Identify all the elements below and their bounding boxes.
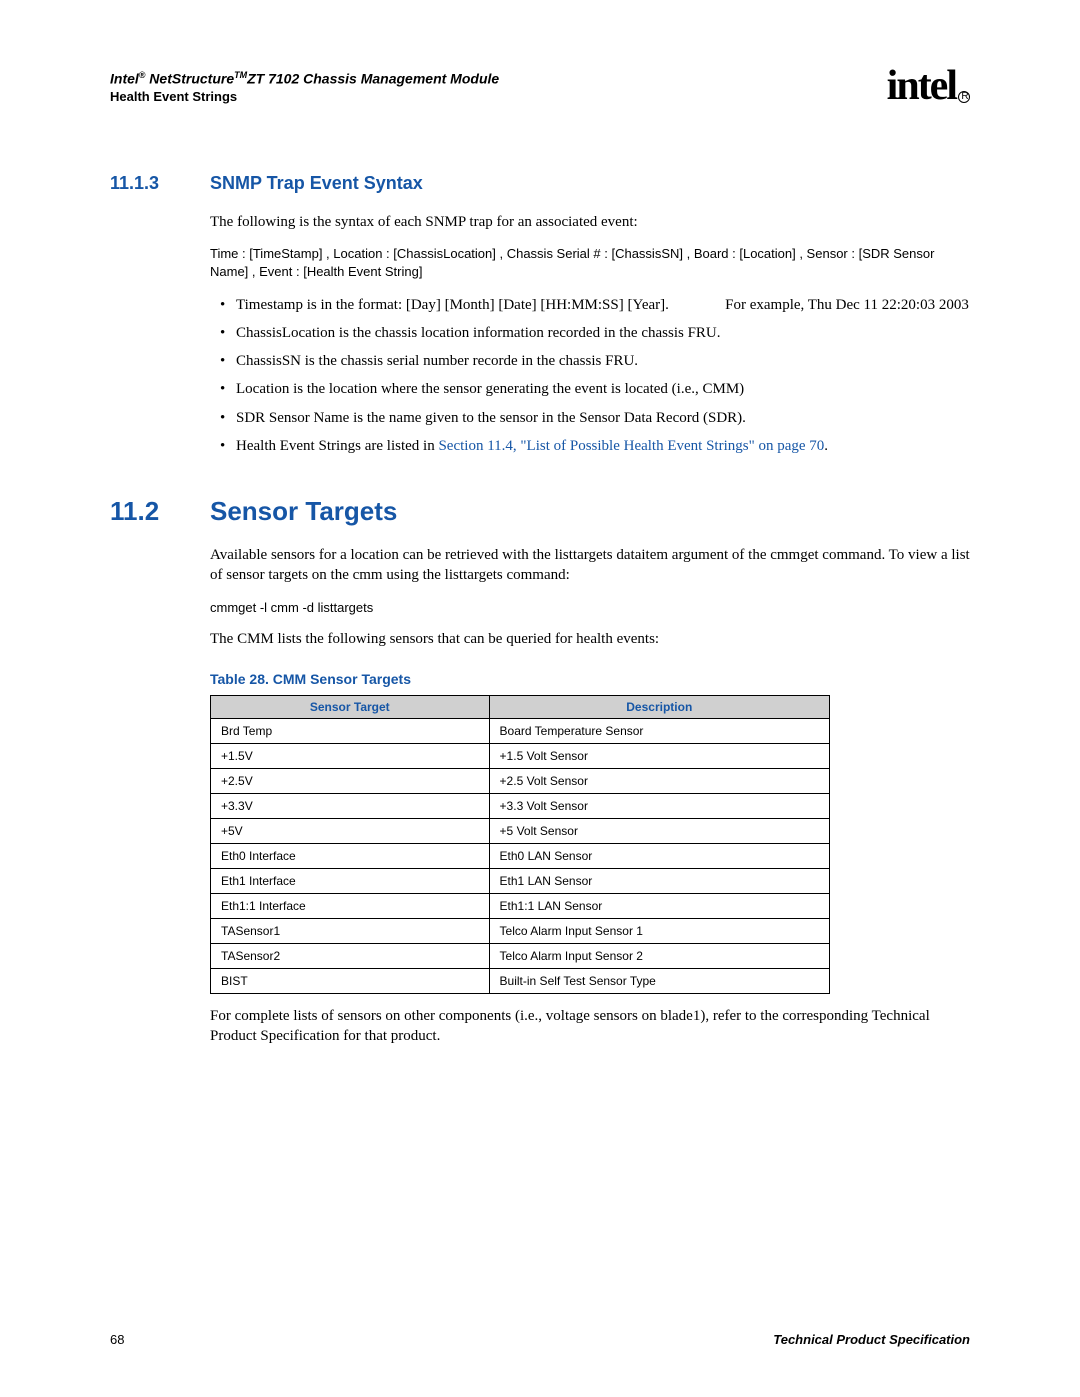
title-mid: NetStructure [145,71,234,87]
list-item: Location is the location where the senso… [210,379,970,399]
table-row: +1.5V+1.5 Volt Sensor [211,743,830,768]
cell-target: Eth0 Interface [211,843,490,868]
sensor-targets-table: Sensor Target Description Brd TempBoard … [210,695,830,994]
page-header: Intel® NetStructureTMZT 7102 Chassis Man… [110,70,970,118]
table-row: +2.5V+2.5 Volt Sensor [211,768,830,793]
cell-target: +3.3V [211,793,490,818]
bullet-text: ChassisLocation is the chassis location … [236,325,721,341]
intro-para: The following is the syntax of each SNMP… [210,212,970,232]
document-title: Intel® NetStructureTMZT 7102 Chassis Man… [110,70,499,87]
header-left: Intel® NetStructureTMZT 7102 Chassis Man… [110,70,499,104]
heading-number: 11.2 [110,496,210,527]
para: The CMM lists the following sensors that… [210,629,970,649]
cell-desc: Eth1 LAN Sensor [489,868,829,893]
cell-target: +1.5V [211,743,490,768]
heading-11-1-3: 11.1.3 SNMP Trap Event Syntax [110,173,970,194]
table-row: TASensor1Telco Alarm Input Sensor 1 [211,918,830,943]
bullet-text: Timestamp is in the format: [Day] [Month… [236,297,669,313]
bullet-text: ChassisSN is the chassis serial number r… [236,353,638,369]
cell-desc: Built-in Self Test Sensor Type [489,968,829,993]
cell-target: Eth1 Interface [211,868,490,893]
para: Available sensors for a location can be … [210,545,970,586]
list-item: Timestamp is in the format: [Day] [Month… [210,295,970,315]
section-11-2-body: Available sensors for a location can be … [210,545,970,1046]
table-row: TASensor2Telco Alarm Input Sensor 2 [211,943,830,968]
table-row: +5V+5 Volt Sensor [211,818,830,843]
cell-desc: Board Temperature Sensor [489,718,829,743]
cell-target: Eth1:1 Interface [211,893,490,918]
title-suffix: ZT 7102 Chassis Management Module [247,71,499,87]
table-caption: Table 28. CMM Sensor Targets [210,671,970,687]
bullet-list: Timestamp is in the format: [Day] [Month… [210,295,970,457]
logo-reg-icon: R [958,91,970,103]
table-row: Eth1 InterfaceEth1 LAN Sensor [211,868,830,893]
table-header-row: Sensor Target Description [211,695,830,718]
cell-target: +5V [211,818,490,843]
cell-desc: +5 Volt Sensor [489,818,829,843]
tm-mark: TM [234,70,247,80]
heading-number: 11.1.3 [110,173,210,194]
cell-target: TASensor2 [211,943,490,968]
list-item: ChassisSN is the chassis serial number r… [210,351,970,371]
heading-title: Sensor Targets [210,496,397,527]
logo-text: intel [887,63,956,109]
header-subtitle: Health Event Strings [110,89,499,104]
table-row: BISTBuilt-in Self Test Sensor Type [211,968,830,993]
cell-desc: Telco Alarm Input Sensor 1 [489,918,829,943]
cell-desc: Telco Alarm Input Sensor 2 [489,943,829,968]
table-row: Brd TempBoard Temperature Sensor [211,718,830,743]
cell-target: Brd Temp [211,718,490,743]
title-prefix: Intel [110,71,139,87]
cross-ref-link[interactable]: Section 11.4, "List of Possible Health E… [438,438,824,454]
content: 11.1.3 SNMP Trap Event Syntax The follow… [110,173,970,1046]
page: Intel® NetStructureTMZT 7102 Chassis Man… [0,0,1080,1397]
table-row: Eth0 InterfaceEth0 LAN Sensor [211,843,830,868]
page-footer: 68 Technical Product Specification [110,1332,970,1347]
bullet-text: SDR Sensor Name is the name given to the… [236,410,746,426]
cell-desc: +3.3 Volt Sensor [489,793,829,818]
syntax-block: Time : [TimeStamp] , Location : [Chassis… [210,245,970,281]
cell-desc: Eth1:1 LAN Sensor [489,893,829,918]
heading-title: SNMP Trap Event Syntax [210,173,423,194]
cell-desc: Eth0 LAN Sensor [489,843,829,868]
command-line: cmmget -l cmm -d listtargets [210,600,970,615]
cell-desc: +2.5 Volt Sensor [489,768,829,793]
cell-target: +2.5V [211,768,490,793]
heading-11-2: 11.2 Sensor Targets [110,496,970,527]
list-item: SDR Sensor Name is the name given to the… [210,408,970,428]
cell-target: BIST [211,968,490,993]
footer-doc-type: Technical Product Specification [773,1332,970,1347]
table-row: Eth1:1 InterfaceEth1:1 LAN Sensor [211,893,830,918]
bullet-text-pre: Health Event Strings are listed in [236,438,438,454]
para: For complete lists of sensors on other c… [210,1006,970,1047]
list-item: Health Event Strings are listed in Secti… [210,436,970,456]
col-header-target: Sensor Target [211,695,490,718]
cell-target: TASensor1 [211,918,490,943]
bullet-text-post: . [824,438,828,454]
intel-logo: intelR [887,62,970,110]
page-number: 68 [110,1332,124,1347]
cell-desc: +1.5 Volt Sensor [489,743,829,768]
bullet-example: For example, Thu Dec 11 22:20:03 2003 [725,297,969,313]
table-row: +3.3V+3.3 Volt Sensor [211,793,830,818]
col-header-description: Description [489,695,829,718]
section-11-1-3-body: The following is the syntax of each SNMP… [210,212,970,456]
list-item: ChassisLocation is the chassis location … [210,323,970,343]
bullet-text: Location is the location where the senso… [236,381,744,397]
